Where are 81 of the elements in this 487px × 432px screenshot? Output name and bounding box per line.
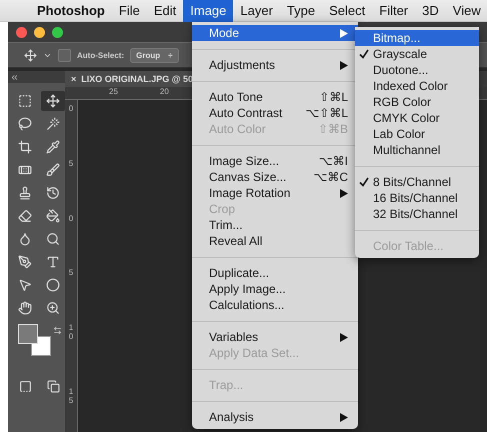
menu-title[interactable]: Image bbox=[183, 0, 234, 22]
menu-item[interactable]: Auto Tone ⇧⌘L bbox=[192, 89, 358, 105]
window-control-icon[interactable] bbox=[16, 26, 27, 38]
lasso-icon bbox=[18, 117, 32, 131]
menu-item[interactable]: Indexed Color bbox=[355, 78, 479, 94]
group-dropdown[interactable]: Group ÷ bbox=[130, 48, 179, 62]
window-control-icon[interactable] bbox=[52, 26, 63, 38]
eyedropper-icon bbox=[46, 140, 60, 154]
ruler-number: 0 bbox=[68, 105, 74, 114]
menu-item[interactable]: Variables bbox=[192, 329, 358, 345]
move-icon bbox=[46, 94, 60, 108]
menu-item[interactable]: Analysis bbox=[192, 409, 358, 425]
auto-select-checkbox[interactable] bbox=[58, 48, 71, 62]
auto-select-label: Auto-Select: bbox=[77, 50, 124, 60]
menu-item[interactable]: 8 Bits/Channel bbox=[355, 174, 479, 190]
menu-item[interactable]: Bitmap... bbox=[355, 30, 479, 46]
collapse-icon[interactable] bbox=[10, 72, 19, 82]
menu-item[interactable]: Adjustments bbox=[192, 57, 358, 73]
ellipse-icon bbox=[46, 278, 60, 292]
brush-icon bbox=[46, 163, 60, 177]
paint-bucket-icon bbox=[46, 209, 60, 223]
pointer-icon bbox=[18, 278, 32, 292]
ruler-number: 25 bbox=[109, 87, 118, 96]
type-icon bbox=[46, 255, 60, 269]
menu-title[interactable]: 3D bbox=[415, 0, 446, 22]
menu-item[interactable]: Canvas Size... ⌥⌘C bbox=[192, 169, 358, 185]
menu-title[interactable]: File bbox=[112, 0, 147, 22]
menu-title[interactable]: View bbox=[446, 0, 487, 22]
menu-item[interactable]: Lab Color bbox=[355, 126, 479, 142]
menu-item[interactable]: Mode bbox=[192, 25, 358, 41]
tool-button[interactable] bbox=[41, 91, 65, 111]
menu-item[interactable]: 32 Bits/Channel bbox=[355, 206, 479, 222]
marquee-icon bbox=[18, 94, 32, 108]
window-control-icon[interactable] bbox=[34, 26, 45, 38]
menu-item[interactable]: Duplicate... bbox=[192, 265, 358, 281]
quick-mask-icon bbox=[18, 380, 32, 392]
menu-item[interactable]: RGB Color bbox=[355, 94, 479, 110]
ruler-number: 15 bbox=[68, 388, 74, 406]
submenu-arrow-icon bbox=[340, 28, 348, 38]
swap-icon[interactable] bbox=[53, 326, 62, 335]
crop-icon bbox=[18, 140, 32, 154]
menu-title[interactable]: Filter bbox=[372, 0, 416, 22]
submenu-arrow-icon bbox=[340, 188, 348, 198]
menu-title[interactable]: Type bbox=[280, 0, 322, 22]
menu-item[interactable]: Image Size... ⌥⌘I bbox=[192, 153, 358, 169]
screen-mode-icon bbox=[46, 380, 60, 392]
menu-title[interactable]: Select bbox=[322, 0, 372, 22]
menu-item[interactable]: Duotone... bbox=[355, 62, 479, 78]
menu-item[interactable]: Apply Image... bbox=[192, 281, 358, 297]
stamp-icon bbox=[18, 186, 32, 200]
menu-title[interactable]: Layer bbox=[233, 0, 280, 22]
app-menu[interactable]: Photoshop bbox=[30, 0, 112, 22]
submenu-arrow-icon bbox=[340, 332, 348, 342]
move-tool-icon[interactable] bbox=[24, 48, 37, 62]
search-icon bbox=[46, 232, 60, 246]
menu-item[interactable]: Calculations... bbox=[192, 297, 358, 313]
ruler-number: 20 bbox=[160, 87, 169, 96]
hand-icon bbox=[18, 301, 32, 315]
ruler-number: 5 bbox=[68, 160, 74, 169]
zoom-icon bbox=[46, 301, 60, 315]
color-swatches-drawing[interactable] bbox=[18, 324, 52, 358]
menu-item[interactable]: Image Rotation bbox=[192, 185, 358, 201]
drop-icon bbox=[18, 232, 32, 246]
submenu-arrow-icon bbox=[340, 60, 348, 70]
menu-item[interactable]: Auto Contrast ⌥⇧⌘L bbox=[192, 105, 358, 121]
ruler-number: 0 bbox=[68, 214, 74, 224]
menu-item[interactable]: Multichannel bbox=[355, 142, 479, 158]
eraser-icon bbox=[18, 209, 32, 223]
menu-item[interactable]: Reveal All bbox=[192, 233, 358, 249]
submenu-arrow-icon bbox=[340, 412, 348, 422]
history-brush-icon bbox=[46, 186, 60, 200]
ruler-number: 5 bbox=[68, 269, 74, 278]
menu-item[interactable]: Trim... bbox=[192, 217, 358, 233]
ruler-number: 10 bbox=[68, 324, 74, 342]
pen-icon bbox=[18, 255, 32, 269]
menu-item[interactable]: 16 Bits/Channel bbox=[355, 190, 479, 206]
bandage-icon bbox=[18, 163, 32, 177]
menu-title[interactable]: Edit bbox=[146, 0, 184, 22]
menu-item[interactable]: Grayscale bbox=[355, 46, 479, 62]
magic-wand-icon bbox=[46, 117, 60, 131]
menu-item[interactable]: CMYK Color bbox=[355, 110, 479, 126]
